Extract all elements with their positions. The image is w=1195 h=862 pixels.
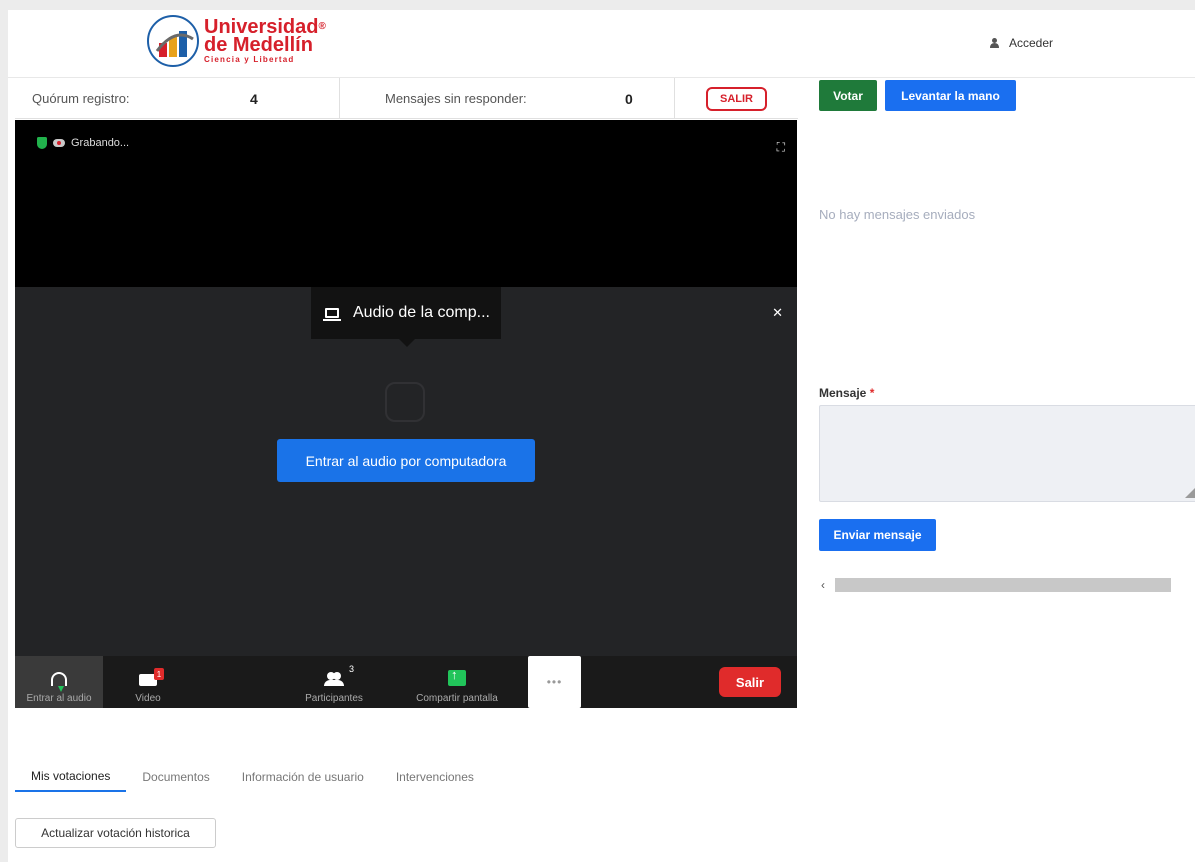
join-audio-label: Entrar al audio — [26, 693, 92, 704]
hand-icon — [385, 382, 425, 422]
send-message-button[interactable]: Enviar mensaje — [819, 519, 936, 551]
more-options-button[interactable]: ••• — [528, 656, 581, 708]
participants-icon — [324, 672, 344, 686]
exit-button[interactable]: SALIR — [706, 86, 767, 111]
close-icon[interactable]: ✕ — [772, 305, 783, 321]
tab-bar: Mis votaciones Documentos Información de… — [15, 762, 490, 794]
stats-bar: Quórum registro: 4 Mensajes sin responde… — [15, 78, 798, 119]
leave-meeting-button[interactable]: Salir — [719, 667, 781, 697]
video-camera-icon — [139, 668, 164, 686]
tab-documentos[interactable]: Documentos — [126, 762, 225, 792]
university-logo-icon — [147, 15, 199, 67]
computer-icon — [323, 308, 341, 321]
quorum-label: Quórum registro: — [32, 91, 130, 106]
logo-registered: ® — [318, 21, 326, 32]
header: Universidad® de Medellín Ciencia y Liber… — [8, 10, 1195, 78]
scroll-left-icon[interactable]: ‹ — [821, 578, 825, 592]
unanswered-value: 0 — [625, 90, 633, 107]
vote-button[interactable]: Votar — [819, 80, 877, 111]
share-screen-button[interactable]: Compartir pantalla — [405, 656, 509, 708]
security-shield-icon — [37, 137, 47, 149]
participants-label: Participantes — [305, 693, 363, 704]
tab-intervenciones[interactable]: Intervenciones — [380, 762, 490, 792]
logo-tagline: Ciencia y Libertad — [204, 55, 295, 64]
scrollbar-thumb[interactable] — [835, 578, 1171, 592]
video-button[interactable]: Video — [120, 656, 176, 708]
empty-messages-text: No hay mensajes enviados — [819, 207, 976, 222]
video-meeting: Grabando... ⛶ ✕ Audio de la comp... Entr… — [15, 120, 797, 708]
message-textarea[interactable] — [819, 405, 1195, 502]
share-screen-label: Compartir pantalla — [416, 693, 498, 704]
audio-tooltip: Audio de la comp... — [311, 287, 501, 347]
login-link[interactable]: Acceder — [990, 36, 1053, 50]
recording-indicator: Grabando... — [37, 137, 129, 149]
participants-count: 3 — [348, 664, 354, 674]
message-label-text: Mensaje — [819, 386, 867, 400]
share-screen-icon — [448, 667, 466, 686]
exit-cell: SALIR — [675, 78, 798, 119]
university-logo-text: Universidad® de Medellín Ciencia y Liber… — [204, 17, 326, 64]
horizontal-scrollbar[interactable]: ‹ › — [819, 576, 1195, 594]
quorum-value: 4 — [250, 90, 258, 107]
logo-line2: de Medellín — [204, 34, 313, 56]
quorum-cell: Quórum registro: 4 — [15, 78, 340, 119]
audio-tooltip-text: Audio de la comp... — [353, 304, 490, 321]
page: Universidad® de Medellín Ciencia y Liber… — [8, 10, 1195, 862]
message-label: Mensaje * — [819, 386, 874, 400]
cloud-record-icon — [53, 139, 65, 147]
refresh-history-button[interactable]: Actualizar votación historica — [15, 818, 216, 848]
participants-button[interactable]: 3 Participantes — [295, 656, 373, 708]
video-label: Video — [135, 693, 161, 704]
tab-mis-votaciones[interactable]: Mis votaciones — [15, 762, 127, 792]
headset-icon — [51, 672, 67, 692]
meeting-toolbar: Entrar al audio Video 3 Participantes Co… — [15, 656, 797, 708]
join-audio-computer-button[interactable]: Entrar al audio por computadora — [277, 439, 535, 482]
video-stage — [15, 120, 797, 287]
resize-grip-icon[interactable] — [1185, 488, 1195, 498]
join-audio-button[interactable]: Entrar al audio — [15, 656, 103, 708]
login-label: Acceder — [1009, 36, 1054, 50]
required-mark: * — [869, 386, 875, 400]
raise-hand-button[interactable]: Levantar la mano — [885, 80, 1016, 111]
tab-informacion-usuario[interactable]: Información de usuario — [226, 762, 380, 792]
unanswered-cell: Mensajes sin responder: 0 — [340, 78, 675, 119]
user-icon — [990, 38, 999, 48]
unanswered-label: Mensajes sin responder: — [385, 91, 527, 106]
recording-label: Grabando... — [71, 137, 130, 149]
fullscreen-icon[interactable]: ⛶ — [777, 140, 785, 155]
